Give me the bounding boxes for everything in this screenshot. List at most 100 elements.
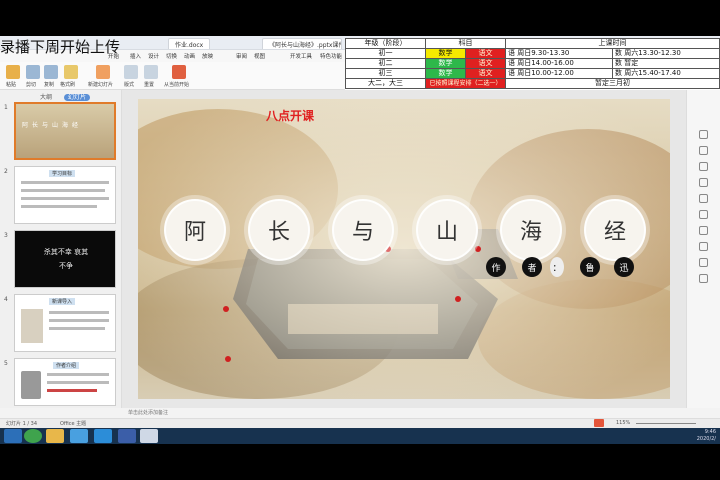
shape-icon[interactable] (699, 162, 708, 171)
thumb-number: 4 (4, 296, 8, 303)
tab-pptx[interactable]: 《阿长与山海经》.pptx课件 - 16.pptx (262, 38, 342, 49)
layout-icon[interactable] (124, 65, 138, 79)
thumb-number: 3 (4, 232, 8, 239)
menu-item[interactable]: 开发工具 (290, 52, 312, 60)
new-slide-label: 新建幻灯片 (88, 82, 114, 88)
play-from-current-label: 从当前开始 (164, 82, 190, 88)
paste-icon[interactable] (6, 65, 20, 79)
slide-thumb-3[interactable]: 杀其不幸 哀其不争 (14, 230, 116, 288)
play-from-current-icon[interactable] (172, 65, 186, 79)
play-icon[interactable] (594, 419, 604, 427)
row-grade: 初二 (345, 58, 426, 69)
slide-thumb-1[interactable]: 阿长与山海经 (14, 102, 116, 160)
row-grade: 初三 (345, 68, 426, 79)
word-icon[interactable] (118, 429, 136, 443)
schedule-table: 年级（阶段） 科目 上课时间 初一 数学 语文 语 周日9.30-13.30 数… (345, 38, 720, 90)
share-icon[interactable] (699, 226, 708, 235)
style-icon[interactable] (699, 146, 708, 155)
overlay-banner-text: 录播下周开始上传 (0, 38, 121, 56)
time-math: 数 暂定 (612, 58, 720, 69)
right-toolbar (686, 90, 720, 408)
tab-doc[interactable]: 作业.docx (168, 38, 211, 49)
menu-item[interactable]: 视图 (254, 52, 265, 60)
menu-item[interactable]: 动画 (184, 52, 195, 60)
subject-chinese: 语文 (465, 68, 506, 79)
app-icon[interactable] (70, 429, 88, 443)
help-icon[interactable] (699, 242, 708, 251)
thumb-number: 5 (4, 360, 8, 367)
format-painter-icon[interactable] (64, 65, 78, 79)
time-chinese: 语 周日14.00-16.00 (505, 58, 613, 69)
notes-area[interactable]: 单击此处添加备注 (122, 408, 686, 418)
menu-item[interactable]: 审阅 (236, 52, 247, 60)
title-char-6: 经 (584, 199, 646, 261)
time-math: 数 周六13.30-12.30 (612, 48, 720, 59)
copy-icon[interactable] (44, 65, 58, 79)
slide-thumbnail-panel: 大纲 幻灯片 1 阿长与山海经 2 学习目标 3 杀其不幸 哀其不争 4 新课导 (0, 90, 122, 408)
tab-outline[interactable]: 大纲 (40, 94, 52, 101)
copy-label: 复制 (44, 82, 55, 88)
reset-label: 重置 (144, 82, 155, 88)
cut-icon[interactable] (26, 65, 40, 79)
thumb-text: 学习目标 (49, 170, 76, 177)
tab-slides[interactable]: 幻灯片 (63, 94, 90, 101)
folder-icon[interactable] (46, 429, 64, 443)
reset-icon[interactable] (144, 65, 158, 79)
browser-icon[interactable] (24, 429, 42, 443)
thumb-text: 新课导入 (49, 298, 76, 305)
row-grade: 大二，大三 (345, 78, 426, 89)
slide-canvas-area: 八点开课 阿 长 与 山 海 经 作 者 ： 鲁 迅 (122, 90, 686, 408)
thumb-text: 杀其不幸 哀其不争 (43, 248, 89, 270)
author-char-3: 鲁 (580, 257, 600, 277)
menu-item[interactable]: 插入 (130, 52, 141, 60)
menu-item[interactable]: 设计 (148, 52, 159, 60)
header-time: 上课时间 (505, 38, 720, 49)
time-math: 数 周六15.40-17.40 (612, 68, 720, 79)
new-slide-icon[interactable] (96, 65, 110, 79)
status-bar: 幻灯片 1 / 34 Office 主题 115% (0, 418, 720, 428)
time-chinese: 语 周日10.00-12.00 (505, 68, 613, 79)
format-painter-label: 格式刷 (60, 82, 76, 88)
animation-icon[interactable] (699, 178, 708, 187)
slide-thumb-4[interactable]: 新课导入 (14, 294, 116, 352)
time-chinese: 语 周日9.30-13.30 (505, 48, 613, 59)
start-icon[interactable] (4, 429, 22, 443)
subject-chinese: 语文 (465, 48, 506, 59)
clock-time: 9:46 (704, 429, 716, 435)
property-icon[interactable] (699, 130, 708, 139)
slide-thumb-2[interactable]: 学习目标 (14, 166, 116, 224)
app-icon[interactable] (140, 429, 158, 443)
row-grade: 初一 (345, 48, 426, 59)
menu-item[interactable]: 切换 (166, 52, 177, 60)
clock-date: 2020/2/ (696, 436, 716, 442)
screen: 录播下周开始上传 年级（阶段） 科目 上课时间 初一 数学 语文 语 周日9.3… (0, 0, 720, 480)
transition-icon[interactable] (699, 194, 708, 203)
subject-math: 数学 (425, 68, 466, 79)
author-char-1: 作 (486, 257, 506, 277)
title-char-2: 长 (248, 199, 310, 261)
slide-thumb-5[interactable]: 作者介绍 (14, 358, 116, 406)
slide-current[interactable]: 八点开课 阿 长 与 山 海 经 作 者 ： 鲁 迅 (138, 99, 670, 399)
menu-item[interactable]: 放映 (202, 52, 213, 60)
header-grade: 年级（阶段） (345, 38, 426, 49)
title-char-1: 阿 (164, 199, 226, 261)
menu-item[interactable]: 特色功能 (320, 52, 342, 60)
panel-tabs: 大纲 幻灯片 (40, 92, 90, 101)
title-char-3: 与 (332, 199, 394, 261)
class-start-notice: 八点开课 (266, 109, 315, 123)
author-char-2: 者 (522, 257, 542, 277)
system-tray-clock[interactable]: 9:46 2020/2/ (697, 429, 716, 443)
zoom-slider[interactable] (636, 423, 696, 424)
title-char-4: 山 (416, 199, 478, 261)
thumb-text: 阿长与山海经 (22, 122, 83, 129)
backup-icon[interactable] (699, 210, 708, 219)
app-icon[interactable] (94, 429, 112, 443)
title-char-5: 海 (500, 199, 562, 261)
subject-math: 数学 (425, 58, 466, 69)
zoom-level: 115% (616, 420, 631, 426)
paste-label: 粘贴 (6, 82, 17, 88)
theme-name: Office 主题 (60, 421, 87, 427)
cut-label: 剪切 (26, 82, 37, 88)
settings-icon[interactable] (699, 258, 708, 267)
more-icon[interactable] (699, 274, 708, 283)
